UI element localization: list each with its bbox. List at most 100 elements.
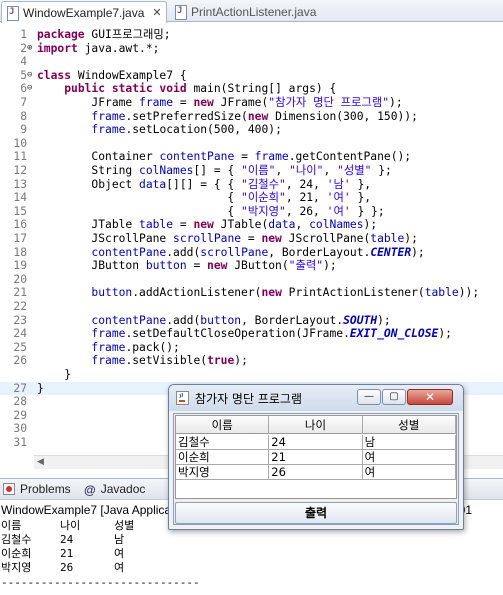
line-number: 27 [13, 381, 27, 395]
code-text: contentPane.add(scrollPane, BorderLayout… [91, 245, 425, 259]
table-scroll-pane[interactable]: 이름 나이 성별 김철수 24 남 이순희 21 여 박지영 26 여 [175, 415, 457, 499]
code-line[interactable]: 15 { "박지영", 26, '여' } }; [0, 205, 503, 219]
table-row[interactable]: 김철수 24 남 [176, 435, 456, 450]
tab-problems[interactable]: Problems [3, 482, 71, 496]
code-line[interactable]: 10 [0, 137, 503, 151]
line-number: 16 [13, 218, 27, 232]
javadoc-icon: @ [84, 483, 96, 497]
cell-age[interactable]: 26 [269, 465, 363, 480]
console-cell: 성별 [114, 519, 135, 532]
minimize-button[interactable]: — [357, 389, 381, 405]
code-line[interactable]: 26b } [0, 368, 503, 382]
window-titlebar[interactable]: 참가자 명단 프로그램 — ▢ ✕ [169, 385, 463, 411]
code-line[interactable]: 9 frame.setLocation(500, 400); [0, 123, 503, 137]
line-number: 5 [20, 68, 27, 82]
code-line[interactable]: 13 Object data[][] = { { "김철수", 24, '남' … [0, 178, 503, 192]
cell-age[interactable]: 21 [269, 450, 363, 465]
print-button[interactable]: 출력 [175, 502, 457, 524]
line-number: 25 [13, 340, 27, 354]
cell-gender[interactable]: 여 [362, 450, 456, 465]
code-text: import java.awt.*; [37, 41, 160, 55]
maximize-button[interactable]: ▢ [382, 389, 406, 405]
console-cell: 여 [114, 561, 125, 574]
code-line[interactable]: 24 frame.setDefaultCloseOperation(JFrame… [0, 327, 503, 341]
tab-label: WindowExample7.java [23, 5, 145, 20]
line-number: 9 [20, 123, 27, 137]
line-number: 6 [20, 82, 27, 96]
code-line[interactable]: 22 [0, 300, 503, 314]
tab-printactionlistener[interactable]: J PrintActionListener.java [170, 1, 330, 22]
line-number: 19 [13, 259, 27, 273]
console-cell: 24 [60, 533, 74, 546]
line-number: 31 [13, 436, 27, 449]
line-number: 22 [13, 300, 27, 313]
code-line[interactable]: 20 [0, 273, 503, 287]
tab-javadoc[interactable]: @ Javadoc [84, 482, 146, 497]
console-cell: 남 [114, 533, 125, 546]
code-text: frame.setPreferredSize(new Dimension(300… [91, 109, 418, 123]
cell-gender[interactable]: 여 [362, 465, 456, 480]
column-header-name[interactable]: 이름 [176, 416, 270, 434]
code-text: frame.setVisible(true); [91, 354, 248, 368]
tab-label: Javadoc [100, 482, 146, 496]
code-line[interactable]: 4 [0, 55, 503, 69]
line-number: 11 [13, 150, 27, 164]
fold-marker-icon[interactable]: ⊕ [27, 42, 35, 56]
console-separator: ------------------------------ [1, 576, 200, 589]
editor-tab-bar: J WindowExample7.java ✕ J PrintActionLis… [0, 0, 503, 23]
code-line[interactable]: 26 frame.setVisible(true); [0, 354, 503, 368]
line-number: 14 [13, 191, 27, 205]
console-cell: 이순희 [1, 547, 32, 560]
cell-age[interactable]: 24 [269, 435, 363, 450]
line-number: 12 [13, 164, 27, 177]
code-text: button.addActionListener(new PrintAction… [91, 286, 480, 300]
code-text: frame.setDefaultCloseOperation(JFrame.EX… [91, 327, 452, 341]
code-text: contentPane.add(button, BorderLayout.SOU… [91, 313, 391, 327]
table-row[interactable]: 박지영 26 여 [176, 465, 456, 480]
tab-windowexample7[interactable]: J WindowExample7.java ✕ [1, 1, 167, 23]
code-text: { "이순희", 21, '여' }, [37, 191, 372, 205]
code-line[interactable]: 6 ⊖ public static void main(String[] args… [0, 82, 503, 96]
code-line[interactable]: 7 JFrame frame = new JFrame("참가자 명단 프로그램… [0, 96, 503, 110]
column-header-gender[interactable]: 성별 [363, 416, 456, 434]
code-text: JButton button = new JButton("출력"); [37, 259, 337, 273]
problems-icon [3, 483, 15, 495]
code-text: class WindowExample7 { [37, 68, 187, 82]
code-line[interactable]: 17 JScrollPane scrollPane = new JScrollP… [0, 232, 503, 246]
code-line[interactable]: 2 ⊕ import java.awt.*; [0, 42, 503, 56]
cell-name[interactable]: 김철수 [176, 435, 270, 450]
code-line[interactable]: 12 String colNames[] = { "이름", "나이", "성별… [0, 164, 503, 178]
code-line[interactable]: 21 button.addActionListener(new PrintAct… [0, 286, 503, 300]
console-launch-label: WindowExample7 [Java Applicati [1, 503, 178, 517]
line-number: 10 [13, 136, 27, 150]
java-file-icon: J [174, 5, 187, 20]
cell-name[interactable]: 이순희 [176, 450, 270, 465]
code-line[interactable]: 11 Container contentPane = frame.getCont… [0, 150, 503, 164]
code-line[interactable]: 23 contentPane.add(button, BorderLayout.… [0, 314, 503, 328]
cell-gender[interactable]: 남 [362, 435, 456, 450]
code-line[interactable]: 18 contentPane.add(scrollPane, BorderLay… [0, 246, 503, 260]
fold-marker-icon[interactable]: ⊖ [27, 69, 35, 83]
code-line[interactable]: 19 JButton button = new JButton("출력"); [0, 259, 503, 273]
close-icon[interactable]: ✕ [152, 6, 161, 19]
code-line[interactable]: 5 ⊖ class WindowExample7 { [0, 69, 503, 83]
code-line[interactable]: 8 frame.setPreferredSize(new Dimension(3… [0, 110, 503, 124]
table-row[interactable]: 이순희 21 여 [176, 450, 456, 465]
scroll-left-icon[interactable]: ◀ [37, 457, 44, 467]
console-cell: 이름 [1, 519, 22, 532]
console-cell: 26 [60, 561, 74, 574]
fold-marker-icon[interactable]: ⊖ [27, 82, 35, 96]
cell-name[interactable]: 박지영 [176, 465, 270, 480]
code-line[interactable]: 25 frame.pack(); [0, 341, 503, 355]
line-number: 30 [13, 422, 27, 436]
console-cell: 여 [114, 547, 125, 560]
code-text: } [37, 368, 72, 381]
column-header-age[interactable]: 나이 [269, 416, 363, 434]
line-number: 4 [20, 55, 27, 69]
code-line[interactable]: 14 { "이순희", 21, '여' }, [0, 191, 503, 205]
code-line[interactable]: 16 JTable table = new JTable(data, colNa… [0, 218, 503, 232]
close-button[interactable]: ✕ [407, 389, 453, 405]
code-line[interactable]: 1 package GUI프로그래밍; [0, 28, 503, 42]
tab-label: Problems [20, 482, 71, 496]
console-cell: 김철수 [1, 533, 32, 546]
